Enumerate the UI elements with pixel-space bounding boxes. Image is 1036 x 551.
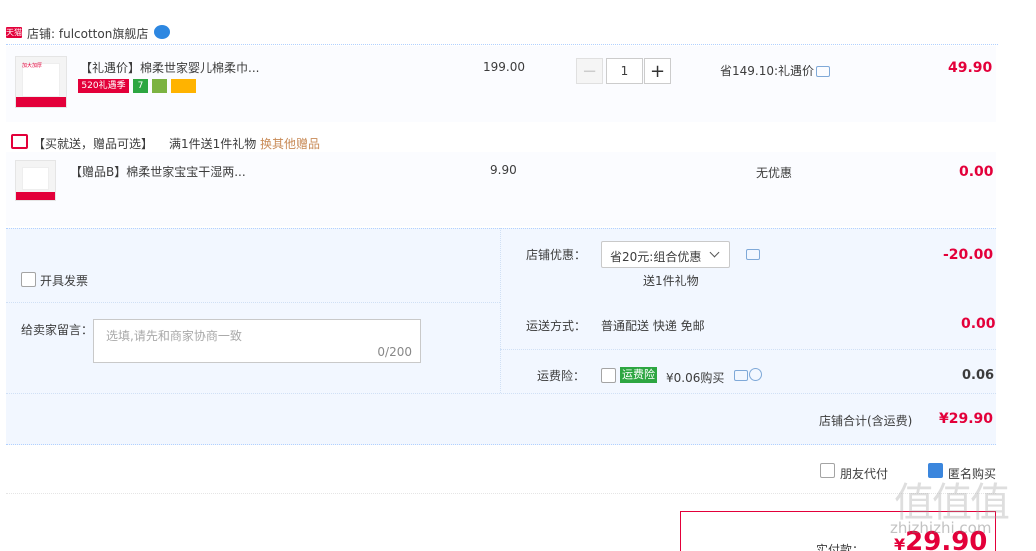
store-subtotal-label: 店铺合计(含运费): [819, 414, 913, 428]
insurance-amount: 0.06: [962, 368, 995, 383]
subtotal-currency: ¥: [939, 411, 949, 427]
section-divider-h1: [6, 228, 996, 229]
gift-section-tag: 【买就送，赠品可选】: [33, 137, 154, 151]
store-subtotal-amount: ¥29.90: [939, 411, 993, 427]
gift-unit-price: 9.90: [490, 163, 517, 177]
section-divider-h2: [6, 302, 500, 303]
shipping-value: 普通配送 快递 免邮: [601, 319, 705, 333]
gift-total: 0.00: [959, 164, 994, 180]
guarantee-icon: [152, 79, 167, 93]
friend-pay-label[interactable]: 朋友代付: [840, 465, 888, 482]
store-divider: [6, 44, 998, 45]
message-label: 给卖家留言：: [21, 323, 94, 337]
shipping-label: 运送方式：: [526, 319, 587, 333]
gift-discount: 无优惠: [756, 166, 793, 180]
badge-520: 520礼遇季: [78, 79, 129, 93]
shipping-amount: 0.00: [961, 316, 996, 332]
quantity-input[interactable]: 1: [606, 58, 643, 84]
chevron-down-icon: [709, 247, 720, 258]
gift-section-rule: 满1件送1件礼物: [169, 137, 257, 151]
options-divider: [6, 493, 996, 494]
item-title[interactable]: 【礼遇价】棉柔世家婴儿棉柔巾...: [80, 59, 259, 76]
gift-title[interactable]: 【赠品B】棉柔世家宝宝干湿两...: [70, 163, 246, 180]
badge-7-day: 7: [133, 79, 148, 93]
insurance-label: 运费险：: [537, 369, 586, 383]
store-discount-sub: 送1件礼物: [643, 274, 699, 288]
subtotal-value: 29.90: [948, 411, 994, 427]
insurance-chat-icon[interactable]: [734, 370, 748, 381]
discount-info-icon[interactable]: [816, 66, 830, 77]
tmall-badge: 天猫: [6, 27, 22, 38]
gift-thumbnail[interactable]: [15, 160, 56, 201]
wangwang-chat-icon[interactable]: [154, 25, 170, 39]
section-divider-h4: [6, 393, 996, 394]
store-name-prefix: 店铺:: [27, 27, 59, 41]
payment-label: 实付款：: [816, 543, 865, 551]
store-discount-label: 店铺优惠：: [526, 248, 587, 262]
thumbnail-text: 加大加厚: [22, 63, 43, 69]
insurance-tag: 运费险: [620, 367, 657, 383]
store-discount-select[interactable]: 省20元:组合优惠: [601, 241, 730, 268]
store-discount-value: 省20元:组合优惠: [610, 250, 702, 264]
seller-message-input[interactable]: 选填,请先和商家协商一致 0/200: [93, 319, 421, 363]
quantity-minus-button[interactable]: −: [576, 58, 603, 84]
payment-currency: ¥: [894, 535, 906, 551]
item-unit-price: 199.00: [483, 60, 525, 74]
item-total: 49.90: [948, 60, 993, 76]
insurance-text: ¥0.06购买: [666, 371, 725, 385]
section-divider-v: [500, 228, 501, 393]
invoice-label[interactable]: 开具发票: [40, 272, 88, 289]
store-name[interactable]: 店铺: fulcotton旗舰店: [27, 25, 148, 42]
friend-pay-checkbox[interactable]: [820, 463, 835, 478]
store-name-text[interactable]: fulcotton旗舰店: [59, 27, 148, 41]
watermark-site: zhizhizhi.com: [890, 519, 992, 537]
section-divider-h5: [6, 444, 996, 445]
help-icon[interactable]: [749, 368, 762, 381]
item-thumbnail[interactable]: 加大加厚: [15, 56, 67, 108]
insurance-checkbox[interactable]: [601, 368, 616, 383]
item-discount: 省149.10:礼遇价: [720, 64, 815, 78]
message-placeholder: 选填,请先和商家协商一致: [106, 329, 242, 343]
section-divider-h3: [500, 349, 996, 350]
invoice-checkbox[interactable]: [21, 272, 36, 287]
gift-icon: [11, 134, 28, 149]
store-discount-amount: -20.00: [943, 247, 994, 263]
message-counter: 0/200: [377, 345, 412, 359]
change-gift-link[interactable]: 换其他赠品: [260, 135, 320, 152]
store-discount-info-icon[interactable]: [746, 249, 760, 260]
quantity-plus-button[interactable]: +: [644, 58, 671, 84]
card-icon: [171, 79, 196, 93]
